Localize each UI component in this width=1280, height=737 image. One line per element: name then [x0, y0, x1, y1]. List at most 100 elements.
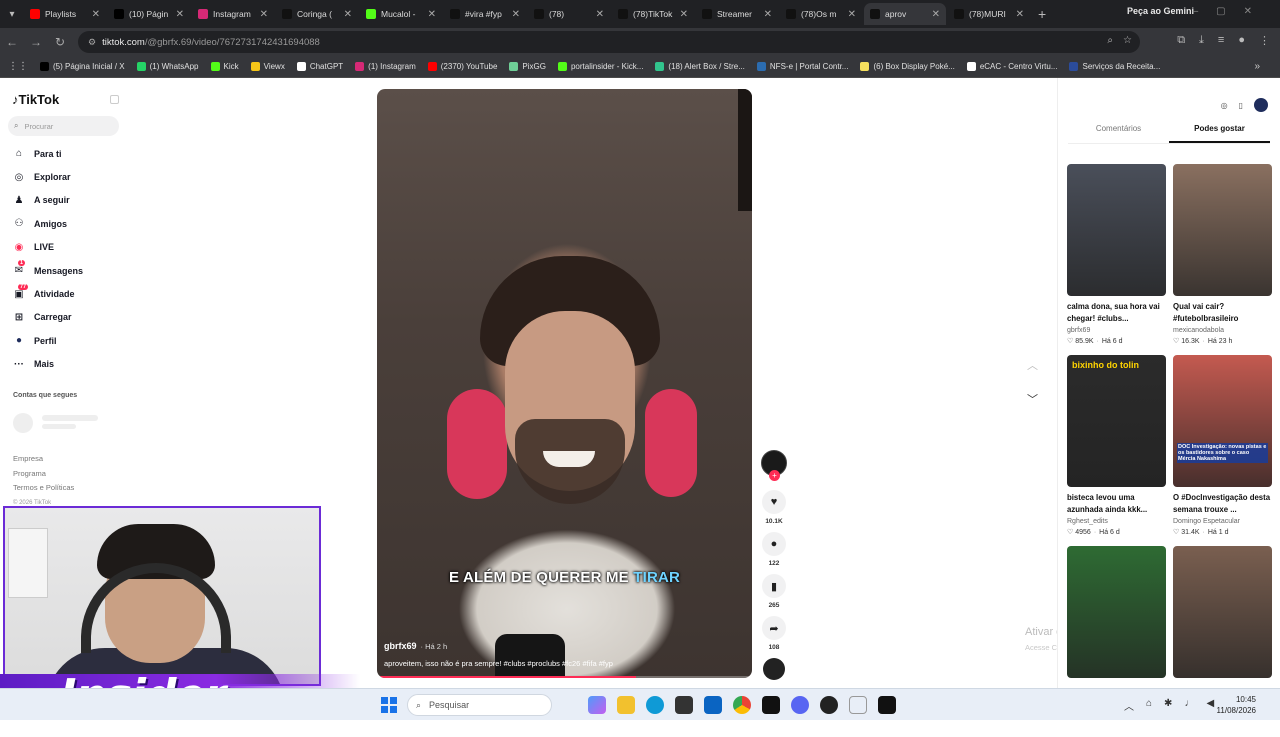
bookmark-item[interactable]: Viewx [250, 62, 285, 71]
bookmark-item[interactable]: ChatGPT [296, 62, 343, 71]
close-tab-icon[interactable]: ✕ [260, 9, 268, 20]
recommended-video-card[interactable]: calma dona, sua hora vai chegar! #clubs.… [1067, 164, 1166, 355]
video-thumbnail[interactable] [1067, 546, 1166, 678]
video-thumbnail[interactable] [1067, 164, 1166, 296]
browser-tab[interactable]: Streamer ✕ [696, 3, 778, 25]
tray-expand-icon[interactable]: ︿ [1124, 698, 1134, 713]
video-username[interactable]: gbrfx69 [384, 641, 417, 651]
browser-tab[interactable]: (78)MURI ✕ [948, 3, 1030, 25]
footer-link-programa[interactable]: Programa [13, 467, 74, 482]
bookmark-icon[interactable]: ▮ [762, 574, 786, 598]
obs-icon[interactable] [820, 696, 838, 714]
close-tab-icon[interactable]: ✕ [428, 9, 436, 20]
bluetooth-icon[interactable]: ✱ [1164, 698, 1172, 713]
store-icon[interactable] [675, 696, 693, 714]
browser-tab[interactable]: Playlists ✕ [24, 3, 106, 25]
file-explorer-icon[interactable] [617, 696, 635, 714]
site-info-icon[interactable]: ⚙ [88, 37, 96, 48]
sidebar-item-perfil[interactable]: ● Perfil [12, 329, 83, 352]
browser-tab[interactable]: #vira #fyp ✕ [444, 3, 526, 25]
bookmark-item[interactable]: PixGG [509, 62, 546, 71]
footer-link-termos[interactable]: Termos e Políticas [13, 481, 74, 496]
media-icon[interactable]: ≡ [1218, 34, 1224, 47]
capcut-alt-icon[interactable] [878, 696, 896, 714]
sidebar-item-carregar[interactable]: ⊞ Carregar [12, 306, 83, 329]
profile-avatar[interactable]: ● [1238, 34, 1245, 47]
tab-list-icon[interactable]: ▾ [0, 9, 24, 20]
new-tab-button[interactable]: + [1038, 6, 1046, 22]
search-input[interactable]: ⌕ Procurar [8, 116, 119, 136]
close-tab-icon[interactable]: ✕ [512, 9, 520, 20]
bookmark-item[interactable]: (6) Box Display Poké... [860, 62, 955, 71]
discord-icon[interactable] [791, 696, 809, 714]
close-tab-icon[interactable]: ✕ [92, 9, 100, 20]
more-bookmarks-icon[interactable]: » [1254, 61, 1260, 72]
bookmark-item[interactable]: (2370) YouTube [427, 62, 497, 71]
video-thumbnail[interactable]: bixinho do tolin [1067, 355, 1166, 487]
close-tab-icon[interactable]: ✕ [764, 9, 772, 20]
gemini-button[interactable]: Peça ao Gemini [1127, 6, 1194, 16]
sidebar-item-mais[interactable]: ··· Mais [12, 353, 83, 376]
chrome-icon[interactable] [733, 696, 751, 714]
browser-menu-icon[interactable]: ⋮ [1259, 34, 1270, 47]
browser-tab[interactable]: Coringa (✕ [276, 3, 358, 25]
download-icon[interactable]: ⤓ [1199, 34, 1204, 47]
browser-tab[interactable]: (78)Os m ✕ [780, 3, 862, 25]
bookmark-item[interactable]: (5) Página Inicial / X [40, 62, 125, 71]
capcut-icon[interactable] [762, 696, 780, 714]
forward-icon[interactable]: → [24, 35, 48, 49]
close-tab-icon[interactable]: ✕ [176, 9, 184, 20]
video-thumbnail[interactable] [1173, 546, 1272, 678]
address-bar[interactable]: ⚙ tiktok.com/@gbrfx.69/video/76727317424… [78, 31, 1140, 53]
close-tab-icon[interactable]: ✕ [344, 9, 352, 20]
sidebar-item-mensagens[interactable]: ✉ 1 Mensagens [12, 259, 83, 282]
extensions-icon[interactable]: ⧉ [1177, 34, 1185, 47]
video-thumbnail[interactable]: DOC Investigação: novas pistas e os bast… [1173, 355, 1272, 487]
bookmark-item[interactable]: (1) Instagram [355, 62, 416, 71]
windows-start-icon[interactable] [381, 697, 397, 713]
recommended-video-card[interactable]: Qual vai cair? #futebolbrasileiro mexican… [1173, 164, 1272, 355]
card-author[interactable]: Rghest_edits [1067, 518, 1166, 525]
taskbar-search[interactable]: ⌕ Pesquisar [407, 694, 552, 716]
share-icon[interactable]: ➦ [762, 616, 786, 640]
recommended-video-card[interactable]: bixinho do tolin bisteca levou uma azunha… [1067, 355, 1166, 546]
close-tab-icon[interactable]: ✕ [1016, 9, 1024, 20]
bookmark-item[interactable]: (18) Alert Box / Stre... [655, 62, 745, 71]
close-tab-icon[interactable]: ✕ [596, 9, 604, 20]
bookmark-star-icon[interactable]: ☆ [1123, 35, 1132, 46]
microphone-icon[interactable]: ♩ [1184, 698, 1194, 713]
bookmark-item[interactable]: portalinsider - Kick... [557, 62, 643, 71]
bookmark-item[interactable]: Serviços da Receita... [1069, 62, 1160, 71]
creator-avatar[interactable]: + [761, 450, 787, 481]
bookmark-item[interactable]: Kick [210, 62, 239, 71]
next-video-chevron-icon[interactable]: ﹀ [1027, 391, 1038, 407]
close-tab-icon[interactable]: ✕ [932, 9, 940, 20]
browser-tab[interactable]: aprov ✕ [864, 3, 946, 25]
window-controls[interactable]: –▢✕ [1193, 6, 1270, 17]
comment-icon[interactable]: ● [762, 532, 786, 556]
tab-comments[interactable]: Comentários [1068, 124, 1169, 143]
browser-tab[interactable]: (78) ✕ [528, 3, 610, 25]
user-avatar[interactable] [1254, 98, 1268, 112]
bookmark-item[interactable]: NFS-e | Portal Contr... [756, 62, 848, 71]
bookmark-item[interactable]: (1) WhatsApp [136, 62, 199, 71]
network-icon[interactable]: ⌂ [1146, 698, 1152, 713]
outlook-icon[interactable] [704, 696, 722, 714]
video-progress-bar[interactable] [377, 676, 752, 678]
browser-tab[interactable]: Mucalol - ✕ [360, 3, 442, 25]
tab-you-may-like[interactable]: Podes gostar [1169, 124, 1270, 143]
music-disc-icon[interactable] [763, 658, 785, 680]
bookmark-item[interactable]: eCAC - Centro Virtu... [966, 62, 1057, 71]
like-icon[interactable]: ♥ [762, 490, 786, 514]
sidebar-item-atividade[interactable]: ▣ 77 Atividade [12, 282, 83, 305]
browser-tab[interactable]: Instagram ✕ [192, 3, 274, 25]
device-icon[interactable]: ▯ [1239, 101, 1243, 110]
recommended-video-card[interactable]: DOC Investigação: novas pistas e os bast… [1173, 355, 1272, 546]
video-player[interactable]: E ALÉM DE QUERER ME TIRAR gbrfx69 · Há 2 … [377, 89, 752, 678]
apps-grid-icon[interactable]: ⋮⋮ [8, 61, 28, 72]
footer-link-empresa[interactable]: Empresa [13, 452, 74, 467]
sidebar-item-live[interactable]: ◉ LIVE [12, 236, 83, 259]
reload-icon[interactable]: ↻ [48, 35, 72, 49]
back-icon[interactable]: ← [0, 35, 24, 49]
zoom-icon[interactable]: ⌕ [1107, 35, 1113, 46]
